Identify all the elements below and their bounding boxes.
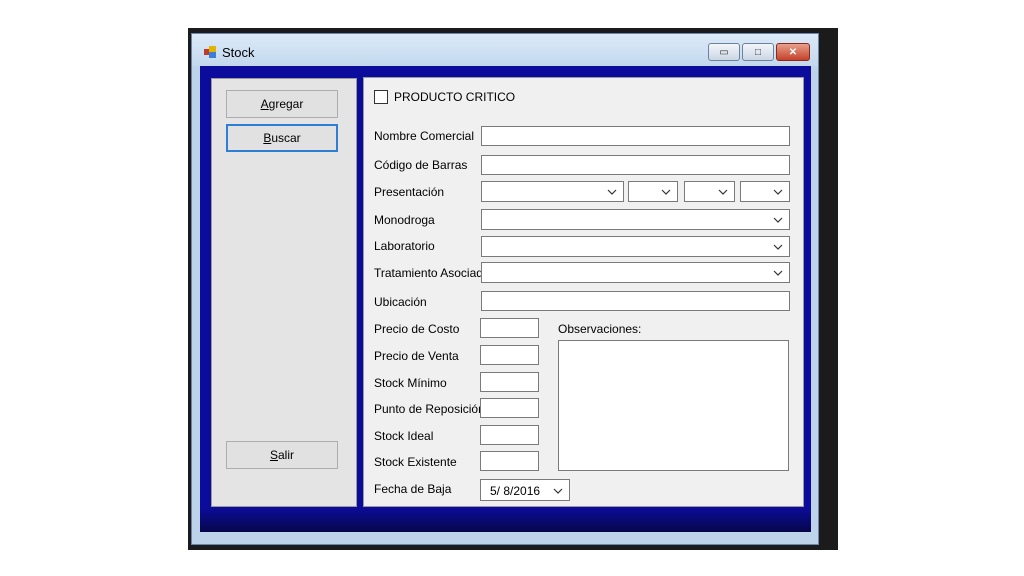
- chevron-down-icon: [773, 244, 783, 250]
- agregar-mnemonic: A: [260, 97, 269, 111]
- close-icon: ✕: [788, 46, 798, 58]
- producto-critico-checkbox[interactable]: [374, 90, 388, 104]
- maximize-button[interactable]: □: [742, 43, 774, 61]
- fecha-baja-datepicker[interactable]: 5/ 8/2016: [480, 479, 570, 501]
- buscar-mnemonic: B: [263, 131, 272, 145]
- buscar-button[interactable]: Buscar: [226, 124, 338, 152]
- stock-existente-label: Stock Existente: [374, 455, 457, 469]
- chevron-down-icon[interactable]: [552, 485, 564, 497]
- salir-button[interactable]: Salir: [226, 441, 338, 469]
- presentacion-select-2[interactable]: [628, 181, 678, 202]
- observaciones-textarea[interactable]: [558, 340, 789, 471]
- precio-costo-label: Precio de Costo: [374, 322, 460, 336]
- observaciones-label: Observaciones:: [558, 322, 642, 336]
- minimize-button[interactable]: ▭: [708, 43, 740, 61]
- chevron-down-icon: [773, 189, 783, 195]
- precio-venta-input[interactable]: [480, 345, 539, 365]
- stock-ideal-input[interactable]: [480, 425, 539, 445]
- codigo-barras-label: Código de Barras: [374, 158, 468, 172]
- punto-reposicion-input[interactable]: [480, 398, 539, 418]
- agregar-button[interactable]: Agregar: [226, 90, 338, 118]
- monodroga-label: Monodroga: [374, 213, 435, 227]
- precio-venta-label: Precio de Venta: [374, 349, 459, 363]
- stock-ideal-label: Stock Ideal: [374, 429, 434, 443]
- nombre-comercial-label: Nombre Comercial: [374, 129, 475, 143]
- maximize-icon: □: [754, 46, 762, 58]
- presentacion-select-4[interactable]: [740, 181, 790, 202]
- punto-reposicion-label: Punto de Reposición: [374, 402, 485, 416]
- fecha-baja-label: Fecha de Baja: [374, 482, 452, 496]
- close-button[interactable]: ✕: [776, 43, 810, 61]
- chevron-down-icon: [718, 189, 728, 195]
- precio-costo-input[interactable]: [480, 318, 539, 338]
- agregar-label: gregar: [268, 97, 304, 111]
- codigo-barras-input[interactable]: [481, 155, 790, 175]
- window-title: Stock: [222, 45, 255, 60]
- presentacion-select-1[interactable]: [481, 181, 624, 202]
- tratamiento-label: Tratamiento Asociado: [374, 266, 490, 280]
- ubicacion-label: Ubicación: [374, 295, 427, 309]
- minimize-icon: ▭: [719, 46, 729, 58]
- laboratorio-label: Laboratorio: [374, 239, 435, 253]
- laboratorio-select[interactable]: [481, 236, 790, 257]
- salir-mnemonic: S: [269, 448, 278, 462]
- chevron-down-icon: [607, 189, 617, 195]
- fecha-baja-value: 5/ 8/2016: [490, 484, 541, 498]
- buscar-label: uscar: [271, 131, 301, 145]
- presentacion-select-3[interactable]: [684, 181, 735, 202]
- stock-minimo-label: Stock Mínimo: [374, 376, 447, 390]
- tratamiento-select[interactable]: [481, 262, 790, 283]
- nombre-comercial-input[interactable]: [481, 126, 790, 146]
- chevron-down-icon: [661, 189, 671, 195]
- chevron-down-icon: [773, 270, 783, 276]
- salir-label: alir: [278, 448, 295, 462]
- app-icon: [204, 46, 216, 58]
- ubicacion-input[interactable]: [481, 291, 790, 311]
- monodroga-select[interactable]: [481, 209, 790, 230]
- chevron-down-icon: [773, 217, 783, 223]
- presentacion-label: Presentación: [374, 185, 445, 199]
- stock-existente-input[interactable]: [480, 451, 539, 471]
- stock-minimo-input[interactable]: [480, 372, 539, 392]
- client-bottom-strip: [200, 507, 811, 532]
- producto-critico-label[interactable]: PRODUCTO CRITICO: [394, 90, 515, 104]
